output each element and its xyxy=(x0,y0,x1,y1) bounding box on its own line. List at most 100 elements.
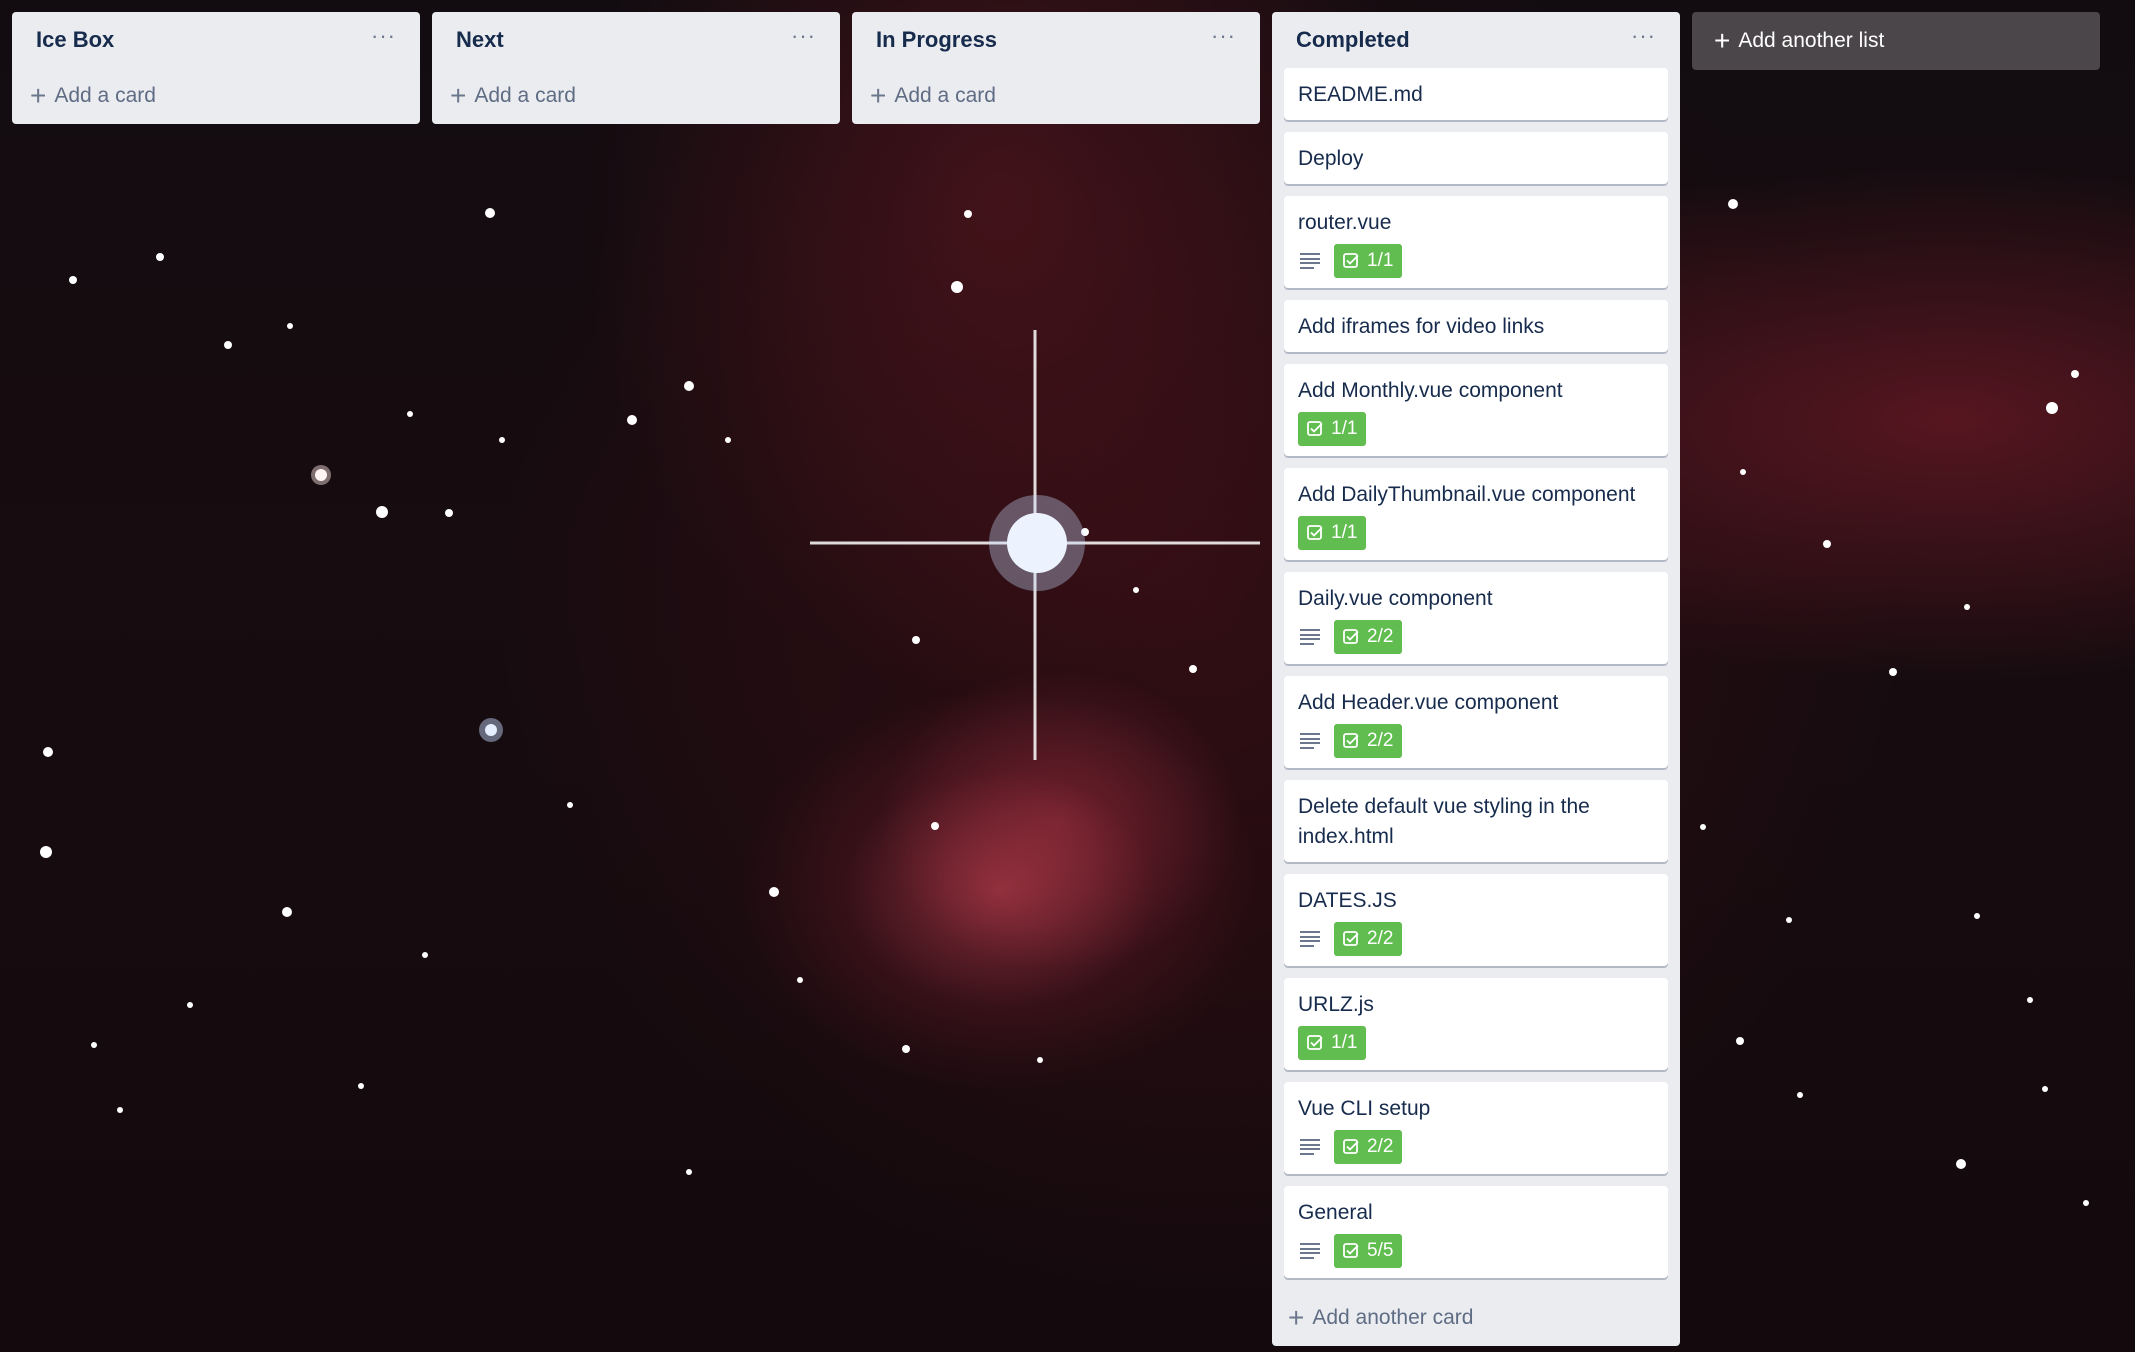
card-badges: 2/2 xyxy=(1298,1130,1654,1164)
checklist-count: 1/1 xyxy=(1331,522,1358,543)
card[interactable]: Daily.vue component 2/2 xyxy=(1284,572,1668,664)
checklist-badge: 2/2 xyxy=(1334,620,1403,654)
board: Ice Box ··· + Add a card Next ··· + Add … xyxy=(0,0,2135,1352)
checkbox-icon xyxy=(1307,421,1323,436)
card-title: URLZ.js xyxy=(1298,993,1374,1016)
card-title: README.md xyxy=(1298,83,1423,106)
card-title: Delete default vue styling in the index.… xyxy=(1298,795,1590,848)
card[interactable]: router.vue 1/1 xyxy=(1284,196,1668,288)
card-list: README.md Deploy router.vue 1/1 Add iframes … xyxy=(1284,68,1668,1278)
list-menu-icon[interactable]: ··· xyxy=(371,25,396,55)
checklist-count: 1/1 xyxy=(1331,418,1358,439)
list-ice-box: Ice Box ··· + Add a card xyxy=(12,12,420,124)
card-title: Vue CLI setup xyxy=(1298,1097,1431,1120)
description-icon xyxy=(1300,931,1320,947)
card-title: router.vue xyxy=(1298,211,1392,234)
checkbox-icon xyxy=(1343,1243,1359,1258)
list-title[interactable]: In Progress xyxy=(876,27,997,53)
list-title[interactable]: Completed xyxy=(1296,27,1410,53)
card-title: DATES.JS xyxy=(1298,889,1397,912)
add-card-label: Add a card xyxy=(894,84,996,107)
plus-icon: + xyxy=(1288,1302,1305,1333)
card-badges: 1/1 xyxy=(1298,412,1654,446)
checkbox-icon xyxy=(1307,1035,1323,1050)
checkbox-icon xyxy=(1307,525,1323,540)
card[interactable]: Add DailyThumbnail.vue component 1/1 xyxy=(1284,468,1668,560)
checklist-badge: 1/1 xyxy=(1298,412,1367,446)
checkbox-icon xyxy=(1343,733,1359,748)
list-header: Ice Box ··· xyxy=(24,12,408,68)
description-icon xyxy=(1300,629,1320,645)
checklist-badge: 2/2 xyxy=(1334,724,1403,758)
list-title[interactable]: Ice Box xyxy=(36,27,114,53)
card-badges: 2/2 xyxy=(1298,922,1654,956)
checkbox-icon xyxy=(1343,931,1359,946)
card[interactable]: Add Header.vue component 2/2 xyxy=(1284,676,1668,768)
add-card-button[interactable]: + Add a card xyxy=(24,68,408,124)
card-badges: 2/2 xyxy=(1298,724,1654,758)
card-title: Add Header.vue component xyxy=(1298,691,1559,714)
checkbox-icon xyxy=(1343,253,1359,268)
card[interactable]: Delete default vue styling in the index.… xyxy=(1284,780,1668,862)
card-title: Add Monthly.vue component xyxy=(1298,379,1563,402)
list-header: Completed ··· xyxy=(1284,12,1668,68)
card-title: Add DailyThumbnail.vue component xyxy=(1298,483,1636,506)
card-badges: 1/1 xyxy=(1298,1026,1654,1060)
plus-icon: + xyxy=(30,80,47,111)
plus-icon: + xyxy=(450,80,467,111)
checklist-badge: 2/2 xyxy=(1334,922,1403,956)
checklist-badge: 1/1 xyxy=(1298,516,1367,550)
add-another-list-button[interactable]: + Add another list xyxy=(1692,12,2100,70)
card-badges: 5/5 xyxy=(1298,1234,1654,1268)
lists-container: Ice Box ··· + Add a card Next ··· + Add … xyxy=(12,12,2100,1346)
list-menu-icon[interactable]: ··· xyxy=(1211,25,1236,55)
add-another-card-button[interactable]: + Add another card xyxy=(1284,1290,1668,1346)
description-icon xyxy=(1300,1139,1320,1155)
card-title: Deploy xyxy=(1298,147,1364,170)
list-menu-icon[interactable]: ··· xyxy=(1631,25,1656,55)
checklist-badge: 5/5 xyxy=(1334,1234,1403,1268)
description-icon xyxy=(1300,253,1320,269)
add-card-button[interactable]: + Add a card xyxy=(444,68,828,124)
checklist-count: 1/1 xyxy=(1331,1032,1358,1053)
card-title: General xyxy=(1298,1201,1373,1224)
checklist-count: 2/2 xyxy=(1367,730,1394,751)
list-menu-icon[interactable]: ··· xyxy=(791,25,816,55)
list-completed: Completed ··· README.md Deploy router.vue 1… xyxy=(1272,12,1680,1346)
checklist-badge: 1/1 xyxy=(1298,1026,1367,1060)
checklist-badge: 2/2 xyxy=(1334,1130,1403,1164)
card-badges: 2/2 xyxy=(1298,620,1654,654)
checklist-count: 5/5 xyxy=(1367,1240,1394,1261)
card[interactable]: README.md xyxy=(1284,68,1668,120)
plus-icon: + xyxy=(870,80,887,111)
checklist-count: 2/2 xyxy=(1367,1136,1394,1157)
description-icon xyxy=(1300,1243,1320,1259)
checklist-badge: 1/1 xyxy=(1334,244,1403,278)
checklist-count: 1/1 xyxy=(1367,250,1394,271)
list-in-progress: In Progress ··· + Add a card xyxy=(852,12,1260,124)
list-header: In Progress ··· xyxy=(864,12,1248,68)
checklist-count: 2/2 xyxy=(1367,928,1394,949)
description-icon xyxy=(1300,733,1320,749)
card[interactable]: Deploy xyxy=(1284,132,1668,184)
checkbox-icon xyxy=(1343,629,1359,644)
list-header: Next ··· xyxy=(444,12,828,68)
card[interactable]: DATES.JS 2/2 xyxy=(1284,874,1668,966)
add-card-label: Add a card xyxy=(474,84,576,107)
card-badges: 1/1 xyxy=(1298,516,1654,550)
list-title[interactable]: Next xyxy=(456,27,504,53)
card[interactable]: Vue CLI setup 2/2 xyxy=(1284,1082,1668,1174)
checkbox-icon xyxy=(1343,1139,1359,1154)
add-another-card-label: Add another card xyxy=(1312,1306,1474,1329)
card[interactable]: Add Monthly.vue component 1/1 xyxy=(1284,364,1668,456)
add-card-button[interactable]: + Add a card xyxy=(864,68,1248,124)
card-badges: 1/1 xyxy=(1298,244,1654,278)
card[interactable]: Add iframes for video links xyxy=(1284,300,1668,352)
card[interactable]: General 5/5 xyxy=(1284,1186,1668,1278)
card-title: Add iframes for video links xyxy=(1298,315,1545,338)
card[interactable]: URLZ.js 1/1 xyxy=(1284,978,1668,1070)
plus-icon: + xyxy=(1714,25,1731,56)
add-card-label: Add a card xyxy=(54,84,156,107)
list-next: Next ··· + Add a card xyxy=(432,12,840,124)
checklist-count: 2/2 xyxy=(1367,626,1394,647)
